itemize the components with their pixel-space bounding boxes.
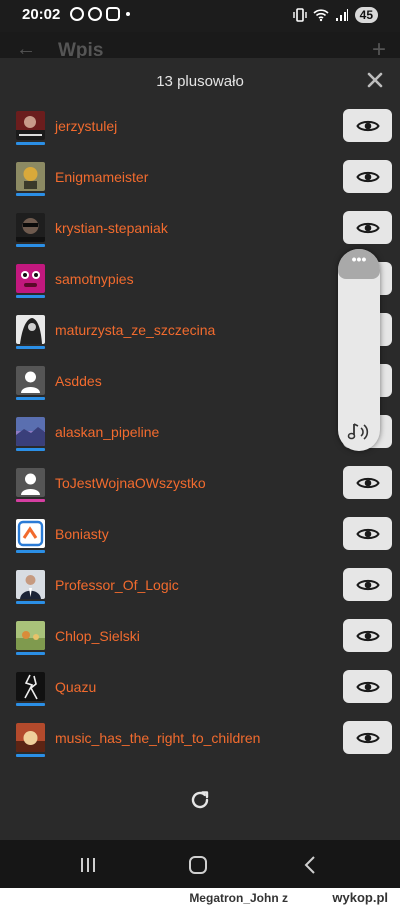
list-item: Professor_Of_Logic bbox=[0, 563, 400, 614]
username-link[interactable]: maturzysta_ze_szczecina bbox=[55, 322, 215, 338]
list-item: Quazu bbox=[0, 665, 400, 716]
avatar[interactable] bbox=[16, 366, 45, 395]
footer-username: Megatron_John bbox=[189, 891, 279, 905]
avatar[interactable] bbox=[16, 723, 45, 752]
view-profile-button[interactable] bbox=[343, 211, 392, 244]
back-icon bbox=[304, 856, 315, 874]
system-icons: 45 bbox=[292, 7, 378, 23]
user-underline bbox=[16, 754, 45, 757]
user-underline bbox=[16, 601, 45, 604]
footer-attribution: Megatron_John z bbox=[189, 891, 288, 905]
wykop-logo: wykop.pl bbox=[332, 890, 388, 905]
avatar[interactable] bbox=[16, 162, 45, 191]
volume-panel[interactable]: ••• bbox=[338, 249, 380, 451]
username-link[interactable]: Asddes bbox=[55, 373, 102, 389]
upvoters-sheet: 13 plusowało jerzystulej Enigmameister k… bbox=[0, 58, 400, 840]
list-item: Enigmameister bbox=[0, 155, 400, 206]
user-underline bbox=[16, 244, 45, 247]
avatar[interactable] bbox=[16, 570, 45, 599]
vibrate-icon bbox=[292, 8, 307, 22]
view-profile-button[interactable] bbox=[343, 670, 392, 703]
username-link[interactable]: Professor_Of_Logic bbox=[55, 577, 179, 593]
navigation-bar bbox=[0, 840, 400, 888]
username-link[interactable]: Chlop_Sielski bbox=[55, 628, 140, 644]
notification-icons bbox=[70, 7, 130, 21]
close-icon bbox=[367, 72, 383, 88]
list-item: ToJestWojnaOWszystko bbox=[0, 461, 400, 512]
view-profile-button[interactable] bbox=[343, 466, 392, 499]
user-underline bbox=[16, 346, 45, 349]
username-link[interactable]: krystian-stepaniak bbox=[55, 220, 168, 236]
footer-suffix: z bbox=[282, 891, 288, 905]
user-underline bbox=[16, 193, 45, 196]
battery-level: 45 bbox=[354, 7, 378, 23]
status-bar: 20:02 45 bbox=[0, 0, 400, 32]
eye-icon bbox=[355, 579, 380, 590]
user-underline bbox=[16, 652, 45, 655]
avatar[interactable] bbox=[16, 111, 45, 140]
messenger-icon bbox=[88, 7, 102, 21]
username-link[interactable]: Quazu bbox=[55, 679, 96, 695]
user-underline bbox=[16, 295, 45, 298]
wifi-icon bbox=[313, 9, 329, 22]
avatar[interactable] bbox=[16, 621, 45, 650]
refresh-button[interactable] bbox=[188, 788, 212, 812]
recent-apps-button[interactable] bbox=[77, 854, 99, 876]
recent-apps-icon bbox=[81, 858, 95, 872]
username-link[interactable]: Enigmameister bbox=[55, 169, 148, 185]
user-underline bbox=[16, 550, 45, 553]
username-link[interactable]: alaskan_pipeline bbox=[55, 424, 159, 440]
background-page-header: ← Wpis + bbox=[0, 32, 400, 63]
username-link[interactable]: music_has_the_right_to_children bbox=[55, 730, 260, 746]
view-profile-button[interactable] bbox=[343, 109, 392, 142]
close-button[interactable] bbox=[367, 69, 383, 93]
view-profile-button[interactable] bbox=[343, 568, 392, 601]
user-underline bbox=[16, 397, 45, 400]
sheet-title: 13 plusowało bbox=[156, 73, 244, 90]
eye-icon bbox=[355, 222, 380, 233]
eye-icon bbox=[355, 477, 380, 488]
view-profile-button[interactable] bbox=[343, 721, 392, 754]
user-underline bbox=[16, 499, 45, 502]
eye-icon bbox=[355, 120, 380, 131]
user-underline bbox=[16, 703, 45, 706]
more-notifications-icon bbox=[126, 12, 130, 16]
list-item: music_has_the_right_to_children bbox=[0, 716, 400, 767]
view-profile-button[interactable] bbox=[343, 619, 392, 652]
avatar[interactable] bbox=[16, 417, 45, 446]
back-button[interactable] bbox=[300, 854, 322, 876]
home-icon bbox=[189, 856, 207, 874]
list-item: Boniasty bbox=[0, 512, 400, 563]
user-underline bbox=[16, 448, 45, 451]
eye-icon bbox=[355, 528, 380, 539]
avatar[interactable] bbox=[16, 213, 45, 242]
username-link[interactable]: ToJestWojnaOWszystko bbox=[55, 475, 206, 491]
view-profile-button[interactable] bbox=[343, 160, 392, 193]
username-link[interactable]: jerzystulej bbox=[55, 118, 117, 134]
list-item: Chlop_Sielski bbox=[0, 614, 400, 665]
eye-icon bbox=[355, 171, 380, 182]
whatsapp-icon bbox=[70, 7, 84, 21]
avatar[interactable] bbox=[16, 315, 45, 344]
username-link[interactable]: samotnypies bbox=[55, 271, 134, 287]
screenshot-icon bbox=[106, 7, 120, 21]
avatar[interactable] bbox=[16, 519, 45, 548]
status-time: 20:02 bbox=[22, 6, 61, 23]
music-volume-icon bbox=[347, 423, 369, 440]
username-link[interactable]: Boniasty bbox=[55, 526, 109, 542]
refresh-icon bbox=[191, 791, 209, 809]
home-button[interactable] bbox=[187, 854, 209, 876]
list-item: jerzystulej bbox=[0, 104, 400, 155]
user-underline bbox=[16, 142, 45, 145]
watermark-footer: Megatron_John z wykop.pl bbox=[0, 888, 400, 908]
avatar[interactable] bbox=[16, 672, 45, 701]
eye-icon bbox=[355, 732, 380, 743]
list-item: krystian-stepaniak bbox=[0, 206, 400, 257]
eye-icon bbox=[355, 630, 380, 641]
signal-icon bbox=[335, 9, 348, 21]
avatar[interactable] bbox=[16, 264, 45, 293]
eye-icon bbox=[355, 681, 380, 692]
avatar[interactable] bbox=[16, 468, 45, 497]
view-profile-button[interactable] bbox=[343, 517, 392, 550]
